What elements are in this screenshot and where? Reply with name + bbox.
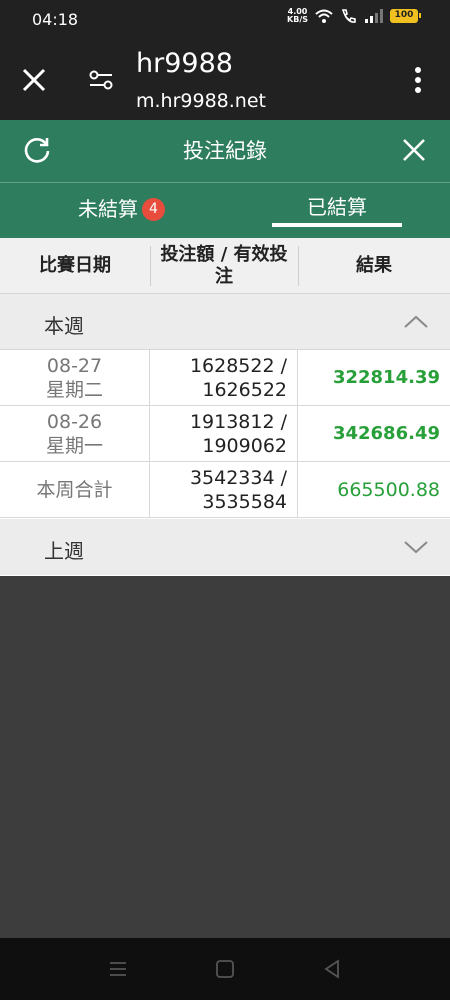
tab-unsettled-label: 未結算 [78,197,138,221]
signal-icon [365,9,383,23]
back-triangle-icon[interactable] [322,959,342,979]
chevron-up-icon[interactable] [402,312,430,332]
dialog-header: 投注紀錄 [0,120,450,182]
section-last-week[interactable]: 上週 [0,519,450,575]
row-stake: 1913812 / [189,411,287,433]
total-result: 665500.88 [337,479,440,501]
row-result: 322814.39 [332,367,440,388]
system-nav-bar [0,938,450,1000]
table-row[interactable]: 08-26 星期一 1913812 / 1909062 342686.49 [0,406,450,462]
total-stake: 3542334 / [189,467,287,489]
row-weekday: 星期二 [45,379,103,401]
wifi-icon [315,9,333,23]
browser-close-icon[interactable] [20,66,48,94]
header-result: 結果 [356,255,392,276]
row-stake: 1628522 / [189,355,287,377]
tab-settled[interactable]: 已結算 [272,191,402,220]
header-divider [298,246,299,286]
row-date: 08-26 [46,411,103,433]
site-settings-icon[interactable] [88,68,114,92]
row-valid-stake: 1909062 [202,435,287,457]
active-tab-indicator [272,223,402,227]
bet-records-table: 比賽日期 投注額 / 有效投注 結果 本週 08-27 星期二 1628522 … [0,238,450,576]
site-url[interactable]: m.hr9988.net [136,90,266,112]
recents-menu-icon[interactable] [108,959,128,979]
row-date: 08-27 [46,355,103,377]
table-header: 比賽日期 投注額 / 有效投注 結果 [0,238,450,294]
status-bar: 04:18 4.00 KB/S 100 [0,0,450,40]
chevron-down-icon[interactable] [402,537,430,557]
total-label: 本周合計 [36,479,113,501]
section-this-week[interactable]: 本週 [0,294,450,350]
section-last-week-label: 上週 [44,539,84,563]
dialog-title: 投注紀錄 [183,139,267,163]
header-stake-valid: 投注額 / 有效投注 [160,244,288,287]
tab-unsettled[interactable]: 未結算 4 [78,193,165,222]
row-weekday: 星期一 [45,435,103,457]
tab-bar: 未結算 4 已結算 [0,182,450,238]
row-valid-stake: 1626522 [202,379,287,401]
status-time: 04:18 [32,10,79,29]
close-icon[interactable] [400,136,428,164]
site-title: hr9988 [136,48,233,79]
table-row[interactable]: 08-27 星期二 1628522 / 1626522 322814.39 [0,350,450,406]
home-square-icon[interactable] [215,959,235,979]
header-match-date: 比賽日期 [39,255,111,276]
total-row: 本周合計 3542334 / 3535584 665500.88 [0,462,450,518]
row-result: 342686.49 [332,423,440,444]
more-vert-icon[interactable] [406,64,430,96]
status-icons: 4.00 KB/S 100 [287,7,421,24]
battery-icon: 100 [390,9,421,23]
unsettled-count-badge: 4 [142,198,165,221]
total-valid-stake: 3535584 [202,491,287,513]
network-speed: 4.00 KB/S [287,7,308,24]
browser-toolbar: hr9988 m.hr9988.net [0,40,450,120]
header-divider [150,246,151,286]
wifi-calling-icon [341,9,356,23]
section-this-week-label: 本週 [44,314,84,338]
